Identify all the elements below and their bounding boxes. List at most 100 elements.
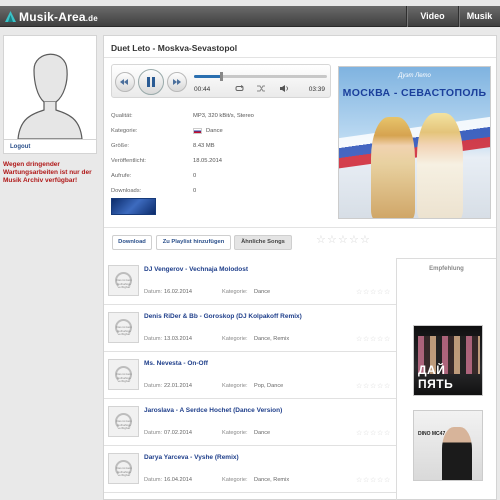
similar-songs-button[interactable]: Ähnliche Songs — [234, 235, 292, 250]
audio-player: 00:44 03:39 — [111, 64, 331, 98]
star-icon[interactable]: ☆ — [384, 289, 391, 296]
song-thumbnail: Das ist kein Aufnahme verfügbar — [108, 265, 139, 296]
song-meta: Datum: 22.01.2014 Kategorie: Pop, Dance — [144, 383, 283, 389]
cover-singer-left — [371, 117, 415, 218]
detail-quality: Qualität: MP3, 320 kBit/s, Stereo — [111, 108, 331, 123]
recommendation-cover-2[interactable]: DINO MC47 — [413, 410, 483, 481]
detail-value: 0 — [193, 187, 197, 194]
star-icon[interactable]: ☆ — [349, 235, 360, 246]
star-icon[interactable]: ☆ — [377, 383, 384, 390]
star-icon[interactable]: ☆ — [356, 383, 363, 390]
star-icon[interactable]: ☆ — [384, 336, 391, 343]
date-label: Datum: — [144, 477, 163, 483]
star-icon[interactable]: ☆ — [384, 477, 391, 484]
logout-link[interactable]: Logout — [3, 140, 97, 154]
category-label: Kategorie: — [222, 289, 248, 295]
category-value: Dance — [254, 289, 271, 295]
star-icon[interactable]: ☆ — [370, 430, 377, 437]
detail-value: 8.43 MB — [193, 142, 215, 149]
list-item[interactable]: Das ist kein Aufnahme verfügbar Ms. Neve… — [104, 352, 396, 399]
volume-icon[interactable] — [280, 85, 289, 94]
russia-flag-icon — [193, 127, 202, 134]
download-button[interactable]: Download — [112, 235, 152, 250]
cover-artist-text: Дуэт Лето — [398, 73, 431, 79]
star-icon[interactable]: ☆ — [377, 336, 384, 343]
rating-stars[interactable]: ☆ ☆ ☆ ☆ ☆ — [356, 430, 391, 437]
recommendation-panel: Empfehlung ДАЙ ПЯТЬ DINO MC47 — [396, 258, 496, 500]
rating-stars[interactable]: ☆ ☆ ☆ ☆ ☆ — [356, 477, 391, 484]
main-nav: Video Musik — [406, 6, 500, 27]
star-icon[interactable]: ☆ — [338, 235, 349, 246]
detail-value: MP3, 320 kBit/s, Stereo — [193, 112, 254, 119]
star-icon[interactable]: ☆ — [377, 477, 384, 484]
nav-video[interactable]: Video — [406, 6, 458, 27]
rating-stars[interactable]: ☆ ☆ ☆ ☆ ☆ — [316, 235, 371, 246]
recommendation-cover-1[interactable]: ДАЙ ПЯТЬ — [413, 325, 483, 396]
repeat-icon[interactable] — [235, 85, 244, 94]
site-logo[interactable]: Musik-Area.de — [5, 8, 98, 25]
star-icon[interactable]: ☆ — [377, 289, 384, 296]
song-link[interactable]: Darya Yarceva - Vyshe (Remix) — [144, 454, 239, 461]
detail-label: Downloads: — [111, 187, 142, 194]
star-icon[interactable]: ☆ — [384, 383, 391, 390]
star-icon[interactable]: ☆ — [384, 430, 391, 437]
song-link[interactable]: Ms. Nevesta - On-Off — [144, 360, 208, 367]
song-meta: Datum: 13.03.2014 Kategorie: Dance, Remi… — [144, 336, 289, 342]
rating-stars[interactable]: ☆ ☆ ☆ ☆ ☆ — [356, 289, 391, 296]
star-icon[interactable]: ☆ — [363, 430, 370, 437]
star-icon[interactable]: ☆ — [363, 477, 370, 484]
category-value: Dance, Remix — [254, 477, 290, 483]
list-item[interactable]: Das ist kein Aufnahme verfügbar Darya Ya… — [104, 446, 396, 493]
detail-value: 18.05.2014 — [193, 157, 223, 164]
rating-stars[interactable]: ☆ ☆ ☆ ☆ ☆ — [356, 336, 391, 343]
pause-button[interactable] — [138, 69, 164, 95]
rewind-button[interactable] — [115, 72, 135, 92]
star-icon[interactable]: ☆ — [370, 336, 377, 343]
cover-text: DINO MC47 — [418, 431, 446, 437]
star-icon[interactable]: ☆ — [356, 336, 363, 343]
avatar — [3, 35, 97, 140]
star-icon[interactable]: ☆ — [370, 477, 377, 484]
category-label: Kategorie: — [222, 336, 248, 342]
rating-stars[interactable]: ☆ ☆ ☆ ☆ ☆ — [356, 383, 391, 390]
seek-bar[interactable] — [194, 72, 327, 81]
star-icon[interactable]: ☆ — [327, 235, 338, 246]
user-silhouette-icon — [4, 36, 96, 140]
thumbnail-caption: Das ist kein Aufnahme verfügbar — [116, 419, 132, 430]
star-icon[interactable]: ☆ — [370, 383, 377, 390]
star-icon[interactable]: ☆ — [356, 477, 363, 484]
shuffle-icon[interactable] — [257, 85, 266, 94]
list-item[interactable]: Das ist kein Aufnahme verfügbar Jaroslav… — [104, 399, 396, 446]
nav-musik[interactable]: Musik — [458, 6, 500, 27]
date-label: Datum: — [144, 383, 163, 389]
sidebar: Logout Wegen dringender Wartungsarbeiten… — [3, 35, 97, 185]
song-link[interactable]: Jaroslava - A Serdce Hochet (Dance Versi… — [144, 407, 282, 414]
seek-handle[interactable] — [219, 72, 223, 81]
star-icon[interactable]: ☆ — [363, 289, 370, 296]
date-label: Datum: — [144, 289, 163, 295]
star-icon[interactable]: ☆ — [360, 235, 371, 246]
detail-label: Aufrufe: — [111, 172, 132, 179]
song-title: Duet Leto - Moskva-Sevastopol — [111, 43, 238, 53]
seek-progress — [194, 75, 221, 78]
cover-singer-right — [417, 113, 463, 218]
song-link[interactable]: DJ Vengerov - Vechnaja Molodost — [144, 266, 248, 273]
song-meta: Datum: 07.02.2014 Kategorie: Dance — [144, 430, 270, 436]
star-icon[interactable]: ☆ — [363, 336, 370, 343]
category-link[interactable]: Dance — [206, 128, 223, 134]
star-icon[interactable]: ☆ — [377, 430, 384, 437]
list-item[interactable]: Das ist kein Aufnahme verfügbar Denis Ri… — [104, 305, 396, 352]
cover-text: ДАЙ ПЯТЬ — [418, 363, 454, 391]
star-icon[interactable]: ☆ — [316, 235, 327, 246]
list-item[interactable]: Das ist kein Aufnahme verfügbar DJ Venge… — [104, 258, 396, 305]
star-icon[interactable]: ☆ — [370, 289, 377, 296]
fast-forward-button[interactable] — [167, 72, 187, 92]
star-icon[interactable]: ☆ — [356, 430, 363, 437]
total-time: 03:39 — [308, 86, 325, 93]
date-label: Datum: — [144, 336, 163, 342]
star-icon[interactable]: ☆ — [356, 289, 363, 296]
radio-banner[interactable] — [111, 198, 156, 215]
add-to-playlist-button[interactable]: Zu Playlist hinzufügen — [156, 235, 231, 250]
star-icon[interactable]: ☆ — [363, 383, 370, 390]
song-link[interactable]: Denis RiDer & Bb - Goroskop (DJ Kolpakof… — [144, 313, 302, 320]
